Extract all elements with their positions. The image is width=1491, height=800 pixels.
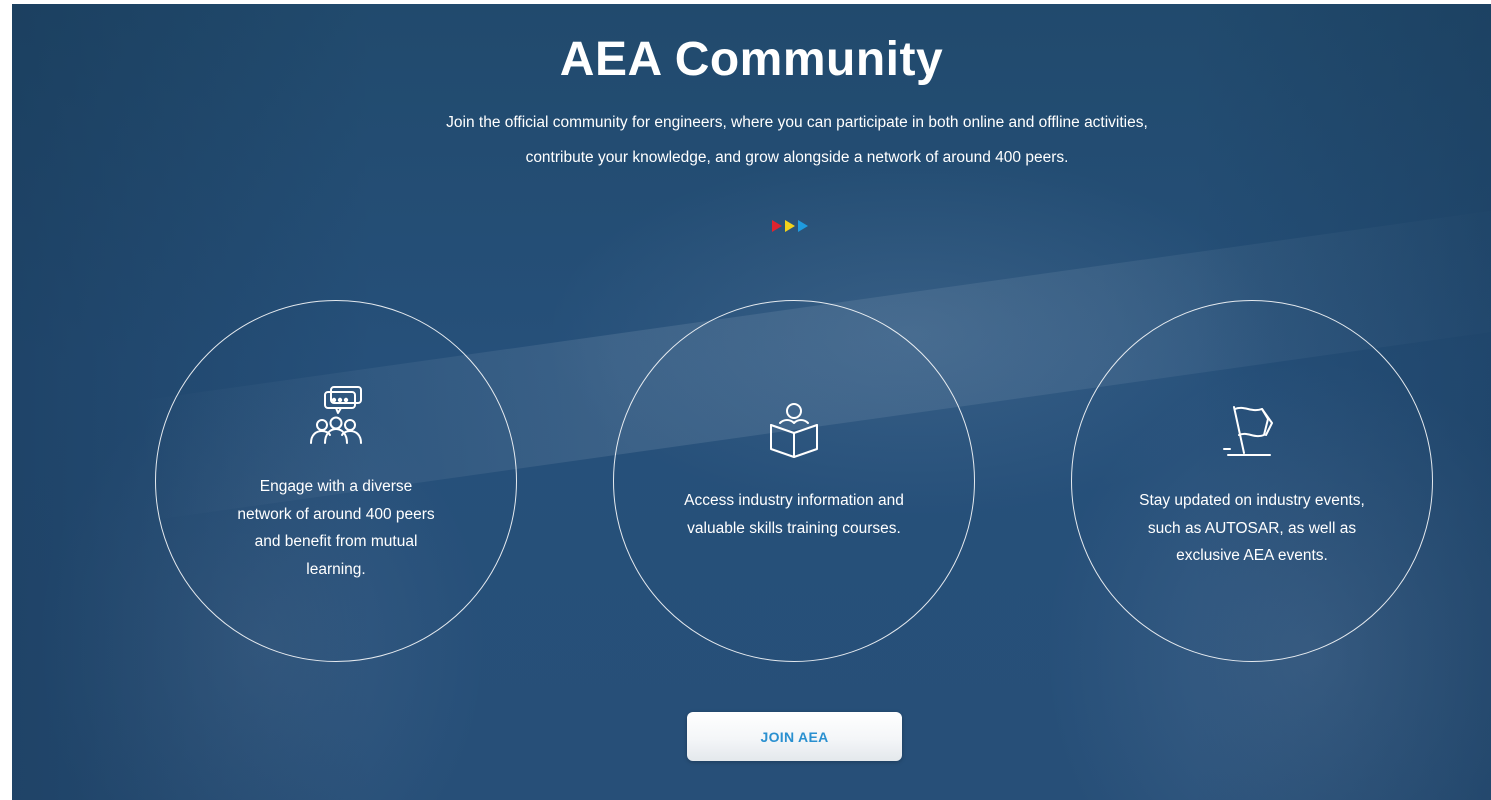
intro-line-2: contribute your knowledge, and grow alon… [525, 149, 1069, 166]
join-aea-button[interactable]: JOIN AEA [687, 712, 902, 761]
red-arrow-icon [772, 220, 782, 232]
community-chat-icon [303, 383, 369, 454]
yellow-arrow-icon [785, 220, 795, 232]
feature-card-training: Access industry information and valuable… [613, 300, 975, 662]
page-title: AEA Community [559, 33, 944, 86]
page: AEA Community Join the official communit… [0, 0, 1491, 800]
reading-person-icon [766, 401, 822, 466]
feature-text-network: Engage with a diverse network of around … [237, 478, 435, 578]
flag-icon [1222, 401, 1282, 466]
feature-card-network: Engage with a diverse network of around … [155, 300, 517, 662]
decorative-arrows [772, 220, 832, 234]
feature-card-events: Stay updated on industry events, such as… [1071, 300, 1433, 662]
feature-text-events: Stay updated on industry events, such as… [1139, 492, 1365, 564]
intro-text: Join the official community for engineer… [202, 105, 1392, 175]
blue-arrow-icon [798, 220, 808, 232]
community-hero-section: AEA Community Join the official communit… [12, 4, 1491, 800]
intro-line-1: Join the official community for engineer… [446, 114, 1148, 131]
feature-text-training: Access industry information and valuable… [684, 492, 904, 537]
